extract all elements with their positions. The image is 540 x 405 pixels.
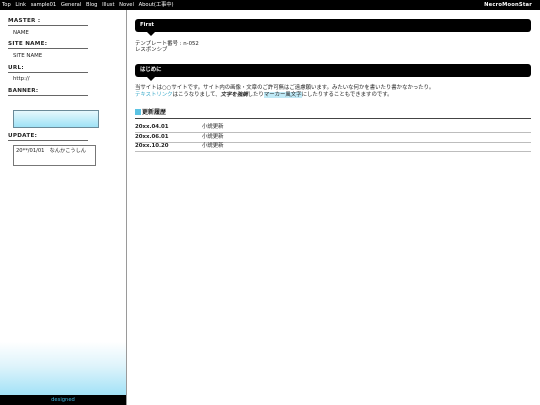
history-icon: [135, 109, 141, 115]
nav-illust[interactable]: Illust: [102, 2, 114, 8]
text-link[interactable]: テキストリンク: [135, 92, 173, 98]
history-note: 小説更新: [202, 124, 224, 130]
nav-link[interactable]: Link: [15, 2, 26, 8]
nav-top[interactable]: Top: [2, 2, 11, 8]
history-row: 20xx.04.01 小説更新: [135, 123, 531, 133]
history-note: 小説更新: [202, 134, 224, 140]
top-bar: Top Link sample01 General Blog Illust No…: [0, 0, 540, 10]
history-date: 20xx.04.01: [135, 124, 169, 130]
site-name-value: SITE NAME: [13, 53, 43, 59]
history-date: 20xx.10.20: [135, 143, 169, 149]
history-title: 更新履歴: [142, 109, 167, 116]
banner-image[interactable]: [13, 110, 99, 128]
master-value: NAME: [13, 30, 29, 36]
banner-label: BANNER:: [8, 88, 88, 96]
update-label: UPDATE:: [8, 133, 88, 141]
site-brand[interactable]: NecroMoonStar: [484, 0, 532, 10]
nav-blog[interactable]: Blog: [86, 2, 97, 8]
nav-sample01[interactable]: sample01: [31, 2, 56, 8]
url-label: URL:: [8, 65, 88, 73]
section-header-first: First: [135, 19, 531, 36]
history-row: 20xx.10.20 小説更新: [135, 142, 531, 152]
sidebar: MASTER : NAME SITE NAME: SITE NAME URL: …: [0, 10, 127, 405]
history-heading: 更新履歴: [135, 109, 531, 119]
site-name-label: SITE NAME:: [8, 41, 88, 49]
intro-text-c: にしたりすることもできますのです。: [301, 92, 393, 98]
url-value: http://: [13, 76, 30, 82]
history-note: 小説更新: [202, 143, 224, 149]
top-nav: Top Link sample01 General Blog Illust No…: [2, 0, 177, 10]
history-date: 20xx.06.01: [135, 134, 169, 140]
intro-text-b: したり: [247, 92, 264, 98]
intro-line-2: テキストリンクはこうなりまして、文字を強調したりマーカー風文字にしたりすることも…: [135, 92, 392, 99]
nav-about[interactable]: About(工事中): [139, 2, 174, 8]
nav-general[interactable]: General: [61, 2, 81, 8]
responsive-label: レスポンシブ: [135, 47, 168, 53]
intro-line-1: 当サイトは○○サイトです。サイト内の画像・文章のご許可無はご遠慮願います。みたい…: [135, 85, 435, 91]
intro-text-a: はこうなりまして、: [172, 92, 221, 98]
update-textarea[interactable]: 20**/01/01 なんかこうしん: [13, 145, 96, 166]
emphasis-text: 文字を強調: [220, 92, 248, 98]
section-header-intro: はじめに: [135, 64, 531, 81]
nav-novel[interactable]: Novel: [119, 2, 134, 8]
master-label: MASTER :: [8, 18, 88, 26]
marker-text: マーカー風文字: [263, 92, 302, 98]
designed-footer[interactable]: designed: [0, 395, 126, 405]
